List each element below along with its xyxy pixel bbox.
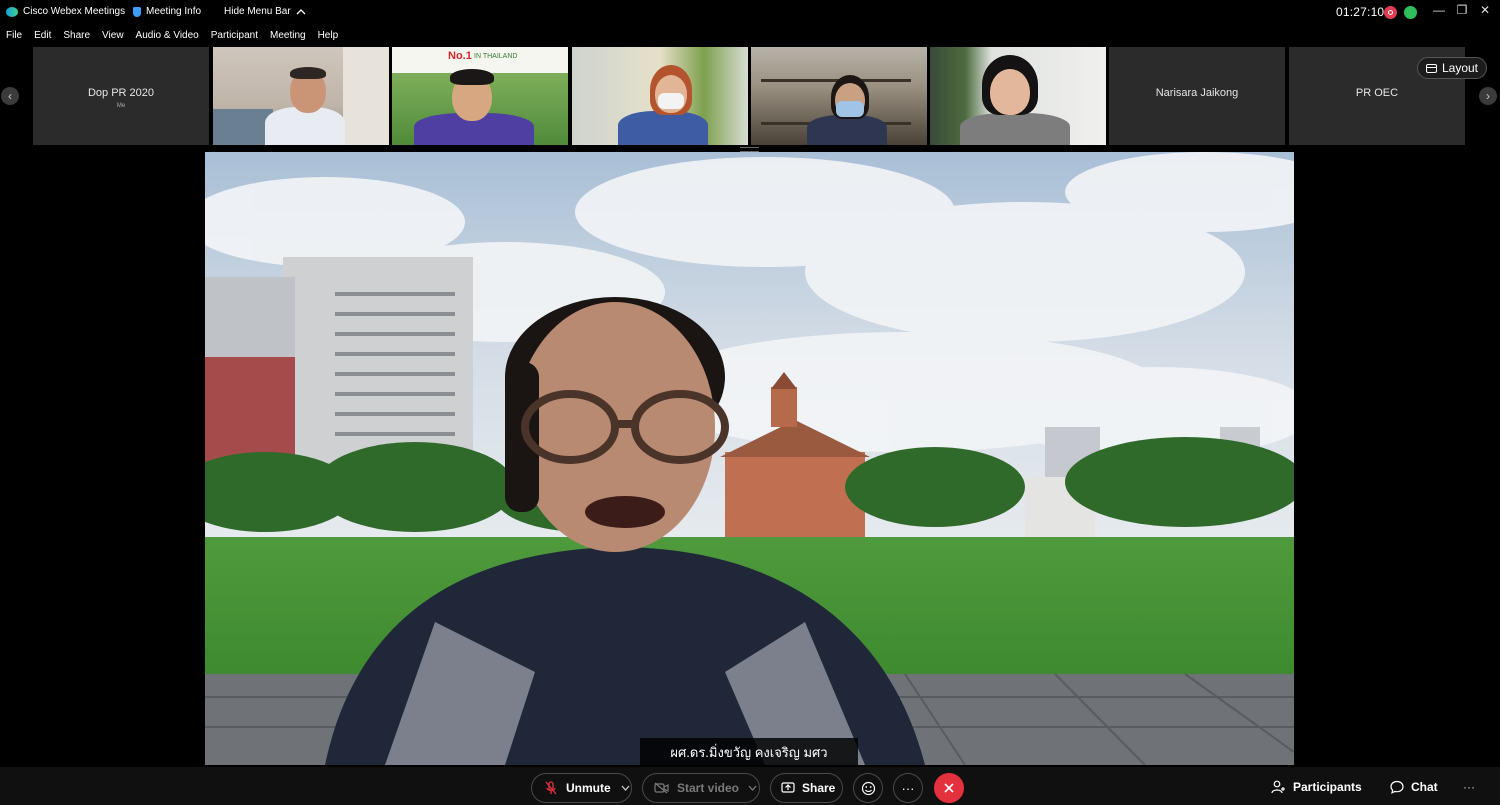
chat-button[interactable]: Chat [1390,780,1438,794]
chevron-up-icon [296,9,306,15]
more-options-button[interactable]: ··· [893,773,923,803]
menu-view[interactable]: View [96,27,130,45]
thumbnail-background [343,47,389,145]
reactions-button[interactable] [853,773,883,803]
menu-participant[interactable]: Participant [205,27,264,45]
participants-button[interactable]: Participants [1271,780,1362,794]
thumbnail-video-participant[interactable] [572,47,748,145]
thumbnail-name-only[interactable]: Narisara Jaikong [1109,47,1285,145]
shield-icon [133,6,141,17]
share-screen-icon [781,782,795,793]
menu-meeting[interactable]: Meeting [264,27,312,45]
menu-edit[interactable]: Edit [28,27,57,45]
unmute-button[interactable]: Unmute [531,773,632,803]
poster-subtitle: IN THAILAND [474,53,518,60]
person-hair [290,67,326,79]
recording-icon[interactable] [1384,6,1397,19]
restore-button[interactable]: ❐ [1451,3,1473,17]
chevron-down-icon [748,785,757,791]
person-body [618,111,708,145]
smiley-icon [861,781,875,795]
thumbnail-next-arrow[interactable]: › [1479,87,1497,105]
person-body [807,115,887,145]
thumbnail-video-participant[interactable]: No.1 IN THAILAND [392,47,568,145]
thumbnail-video-participant[interactable] [213,47,389,145]
menu-share[interactable]: Share [57,27,96,45]
thumbnail-prev-arrow[interactable]: ‹ [1,87,19,105]
building-tall [283,257,473,477]
video-off-icon [654,782,669,794]
title-bar: Cisco Webex Meetings Meeting Info Hide M… [0,0,1500,26]
menu-bar: File Edit Share View Audio & Video Parti… [0,27,344,45]
pavilion-tower [771,387,797,427]
app-title: Cisco Webex Meetings [6,6,125,17]
thumbnail-me-label: Me [116,103,126,109]
thumbnail-video-participant[interactable] [751,47,927,145]
thumbnail-name: Narisara Jaikong [1155,87,1239,99]
close-icon [944,783,954,793]
start-video-button[interactable]: Start video [642,773,760,803]
webex-logo-icon [6,6,18,17]
network-signal-icon[interactable] [1404,6,1417,19]
thumbnail-self[interactable]: Dop PR 2020 Me [33,47,209,145]
close-window-button[interactable]: ✕ [1474,3,1496,17]
speaker-hair-side [505,362,539,512]
person-head [990,69,1030,115]
meeting-info-button[interactable]: Meeting Info [133,6,201,17]
overflow-menu-button[interactable]: ··· [1463,780,1475,794]
pavilion [725,452,865,537]
face-mask [658,93,684,109]
meeting-clock: 01:27:10 [1336,5,1385,19]
menu-file[interactable]: File [0,27,28,45]
poster-headline: No.1 [448,50,472,62]
person-body [960,113,1070,145]
main-video-scene [205,152,1294,765]
participants-icon [1271,780,1285,794]
menu-help[interactable]: Help [312,27,345,45]
speaker-name-caption: ผศ.ดร.มิ่งขวัญ คงเจริญ มศว [640,738,858,766]
thumbnail-name: Dop PR 2020 [87,87,155,99]
speaker-mouth [585,496,665,528]
thumbnail-background [213,109,273,145]
end-call-button[interactable] [934,773,964,803]
chevron-down-icon [621,785,630,791]
minimize-button[interactable]: — [1428,3,1450,17]
person-hair [450,69,494,85]
menu-audio-video[interactable]: Audio & Video [130,27,205,45]
share-button[interactable]: Share [770,773,843,803]
layout-icon [1425,63,1437,73]
mic-muted-icon [545,781,557,795]
layout-button[interactable]: Layout [1417,57,1487,79]
thumbnail-name: PR OEC [1355,87,1399,99]
hide-menu-bar-button[interactable]: Hide Menu Bar [224,6,306,17]
thumbnail-video-participant[interactable] [930,47,1106,145]
main-video[interactable] [205,152,1294,765]
chat-icon [1390,780,1404,794]
face-mask [836,101,864,117]
